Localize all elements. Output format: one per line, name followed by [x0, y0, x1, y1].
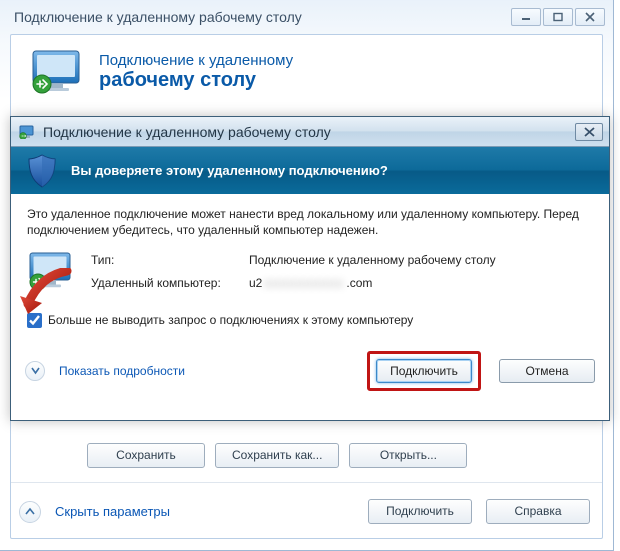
open-button[interactable]: Открыть... — [349, 443, 467, 468]
dont-ask-again-label: Больше не выводить запрос о подключениях… — [48, 312, 413, 328]
rdc-header-line1: Подключение к удаленному — [99, 52, 293, 69]
rdc-small-icon — [19, 125, 35, 139]
remote-computer-label: Удаленный компьютер: — [91, 275, 231, 291]
main-bottom-area: Сохранить Сохранить как... Открыть... Ск… — [11, 439, 602, 538]
maximize-button[interactable] — [543, 8, 573, 26]
obscured-hostname: xxxxxxxxxx — [264, 275, 344, 291]
collapse-label[interactable]: Скрыть параметры — [55, 504, 170, 519]
collapse-toggle[interactable] — [19, 501, 41, 523]
show-details-toggle[interactable] — [25, 361, 45, 381]
chevron-up-icon — [25, 507, 35, 517]
dont-ask-again-checkbox[interactable] — [27, 313, 42, 328]
dialog-warning-text: Это удаленное подключение может нанести … — [27, 206, 593, 238]
save-button[interactable]: Сохранить — [87, 443, 205, 468]
show-details-label[interactable]: Показать подробности — [59, 364, 185, 378]
minimize-icon — [520, 12, 532, 22]
save-buttons-row: Сохранить Сохранить как... Открыть... — [11, 439, 602, 476]
dialog-footer: Показать подробности Подключить Отмена — [11, 351, 609, 405]
type-value: Подключение к удаленному рабочему столу — [249, 252, 496, 268]
main-window-title: Подключение к удаленному рабочему столу — [14, 9, 511, 25]
dialog-cancel-button[interactable]: Отмена — [499, 359, 595, 383]
connection-details: Тип: Подключение к удаленному рабочему с… — [27, 252, 593, 292]
divider — [11, 482, 602, 483]
connect-highlight-frame: Подключить — [367, 351, 481, 391]
maximize-icon — [552, 12, 564, 22]
rdc-header: Подключение к удаленному рабочему столу — [29, 49, 584, 95]
rdc-header-text: Подключение к удаленному рабочему столу — [99, 52, 293, 92]
dialog-titlebar: Подключение к удаленному рабочему столу — [11, 117, 609, 147]
remote-computer-value: u2xxxxxxxxxx.com — [249, 275, 496, 291]
dialog-body: Это удаленное подключение может нанести … — [11, 194, 609, 329]
caption-buttons — [511, 8, 605, 26]
main-titlebar: Подключение к удаленному рабочему столу — [0, 0, 613, 34]
main-help-button[interactable]: Справка — [486, 499, 590, 524]
close-button[interactable] — [575, 8, 605, 26]
type-label: Тип: — [91, 252, 231, 268]
dialog-close-button[interactable] — [575, 123, 603, 141]
close-icon — [584, 127, 595, 137]
dialog-connect-button[interactable]: Подключить — [376, 359, 472, 383]
main-footer: Скрыть параметры Подключить Справка — [11, 489, 602, 538]
dialog-question: Вы доверяете этому удаленному подключени… — [71, 163, 388, 178]
rdc-monitor-icon — [29, 49, 83, 95]
rdc-monitor-icon — [27, 252, 73, 292]
minimize-button[interactable] — [511, 8, 541, 26]
shield-icon — [27, 154, 57, 188]
details-grid: Тип: Подключение к удаленному рабочему с… — [91, 252, 496, 290]
close-icon — [584, 12, 596, 22]
chevron-down-icon — [31, 366, 40, 375]
dialog-question-band: Вы доверяете этому удаленному подключени… — [11, 147, 609, 194]
rdc-header-line2: рабочему столу — [99, 69, 293, 92]
dialog-title: Подключение к удаленному рабочему столу — [43, 124, 567, 140]
save-as-button[interactable]: Сохранить как... — [215, 443, 339, 468]
main-connect-button[interactable]: Подключить — [368, 499, 472, 524]
trust-dialog: Подключение к удаленному рабочему столу … — [10, 116, 610, 421]
dont-ask-again-row[interactable]: Больше не выводить запрос о подключениях… — [27, 312, 593, 328]
